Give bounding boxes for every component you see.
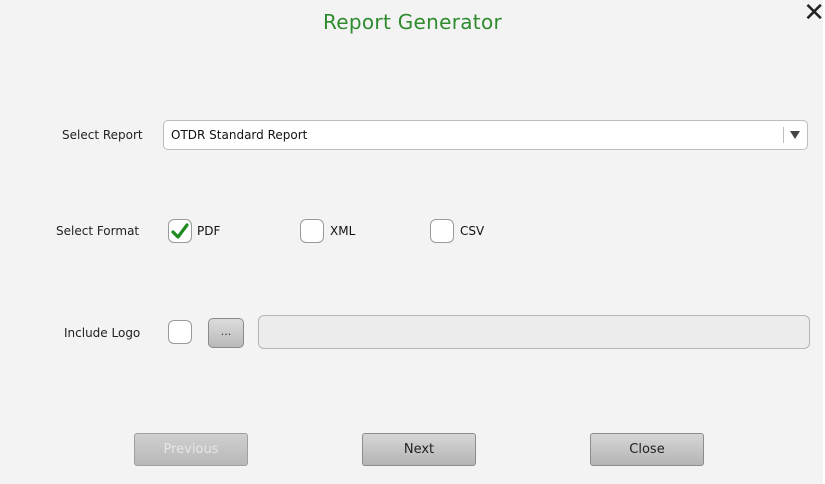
pdf-option-label: PDF	[197, 224, 221, 238]
csv-checkbox[interactable]	[430, 219, 454, 243]
select-format-label: Select Format	[56, 224, 140, 238]
chevron-down-icon[interactable]	[783, 127, 804, 143]
checkmark-icon	[171, 223, 189, 239]
xml-checkbox[interactable]	[300, 219, 324, 243]
dialog-title: Report Generator	[322, 10, 503, 34]
browse-logo-button[interactable]: ...	[208, 318, 244, 348]
close-icon[interactable]: ✕	[803, 0, 825, 26]
next-button[interactable]: Next	[362, 433, 476, 466]
logo-path-field[interactable]	[258, 315, 810, 349]
include-logo-checkbox[interactable]	[168, 320, 192, 344]
select-report-label: Select Report	[62, 128, 143, 142]
include-logo-label: Include Logo	[64, 326, 141, 340]
previous-button[interactable]: Previous	[134, 433, 248, 466]
pdf-checkbox[interactable]	[168, 219, 192, 243]
xml-option-label: XML	[330, 224, 356, 238]
report-select-value: OTDR Standard Report	[171, 128, 308, 142]
csv-option-label: CSV	[460, 224, 485, 238]
report-generator-dialog: Report Generator ✕ Select Report OTDR St…	[0, 0, 825, 484]
report-select[interactable]: OTDR Standard Report	[163, 120, 808, 150]
close-button[interactable]: Close	[590, 433, 704, 466]
